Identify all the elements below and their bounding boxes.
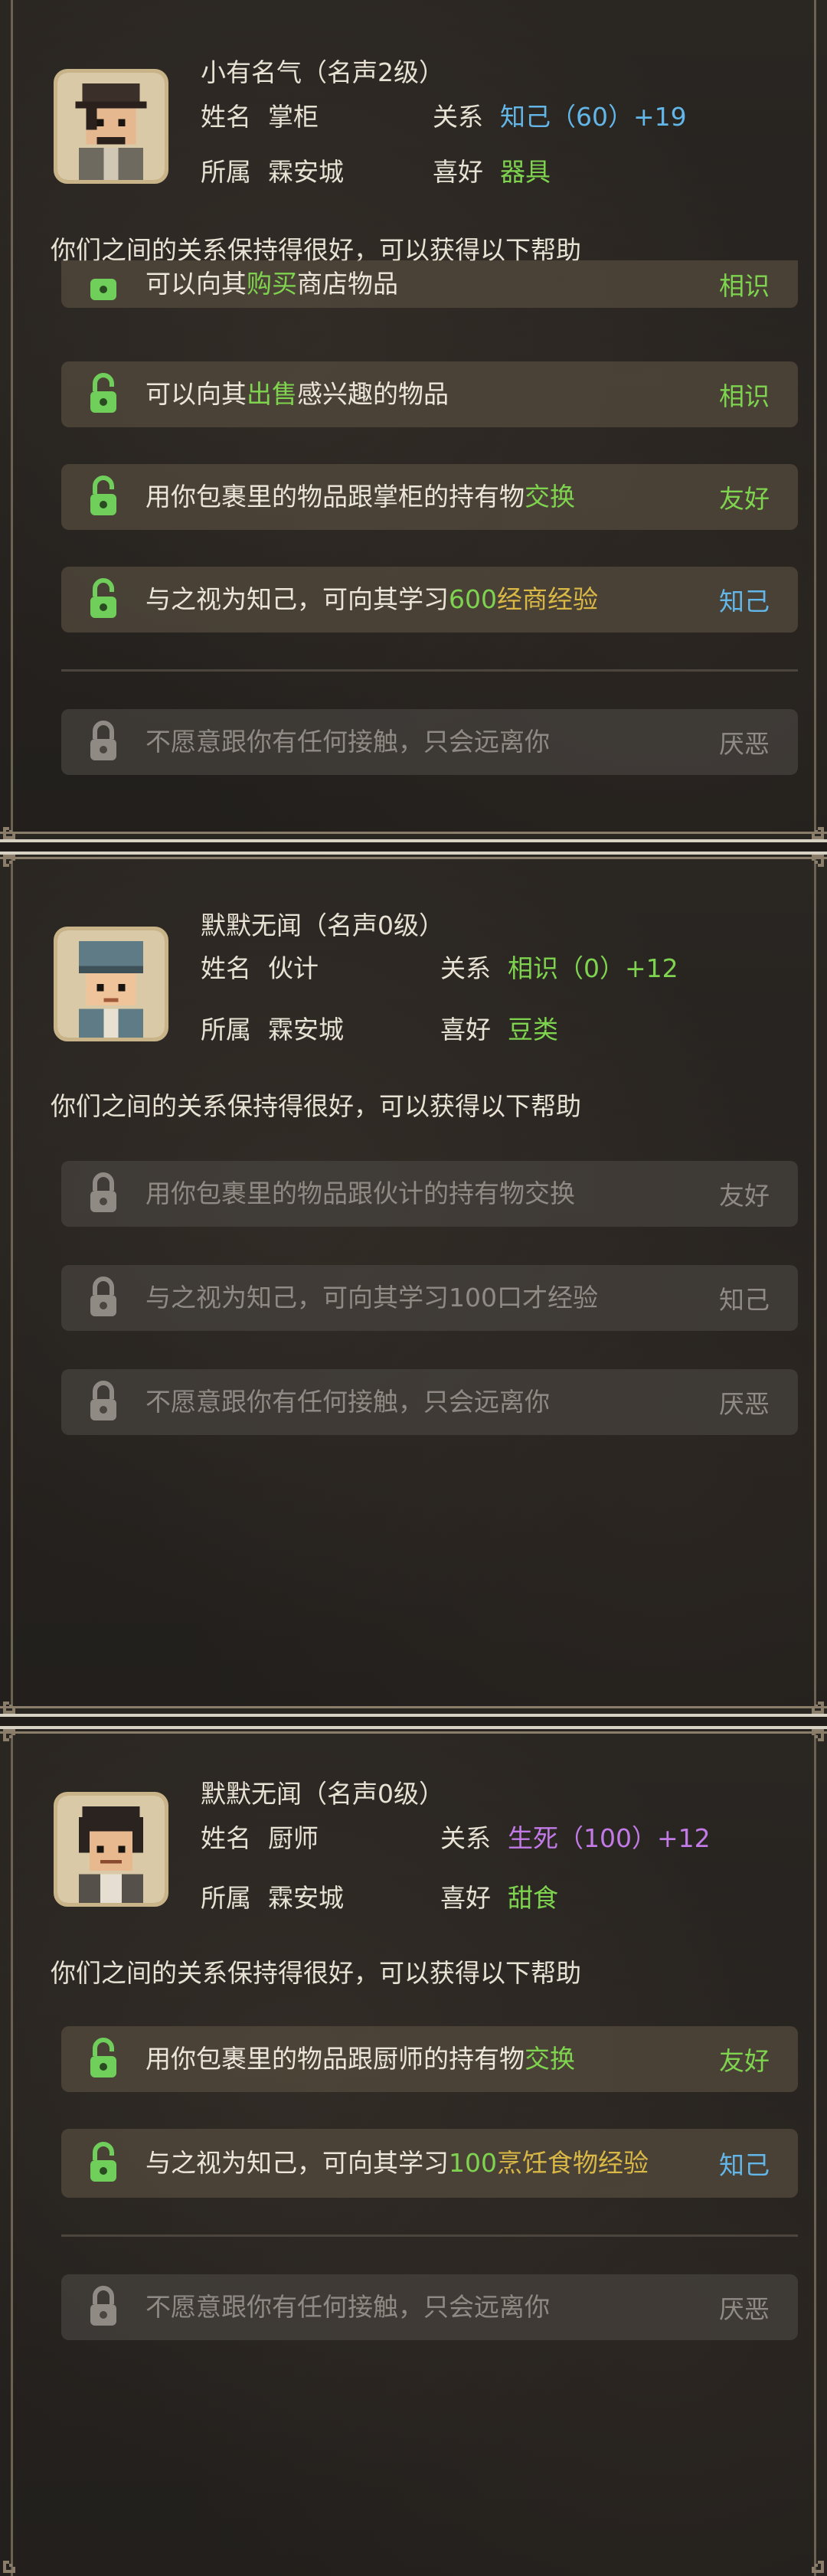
lock-icon	[84, 1379, 123, 1425]
relationship-description: 你们之间的关系保持得很好，可以获得以下帮助	[51, 1091, 581, 1121]
corner-ornament-icon	[796, 2545, 827, 2576]
affiliation-label: 所属	[201, 157, 251, 187]
panel-divider	[0, 1706, 827, 1717]
lock-icon	[84, 719, 123, 765]
hobby-field: 喜好 甜食	[440, 1878, 558, 1914]
name-label: 姓名	[201, 953, 251, 983]
panel-divider	[0, 852, 827, 859]
relation-field: 关系 生死（100）+12	[440, 1818, 711, 1855]
benefit-tag: 知己	[719, 587, 770, 616]
benefit-text: 不愿意跟你有任何接触，只会远离你	[145, 2292, 550, 2322]
affiliation-value: 霖安城	[268, 157, 344, 187]
benefit-item-hate[interactable]: 不愿意跟你有任何接触，只会远离你 厌恶	[61, 2274, 798, 2340]
lock-icon	[84, 2284, 123, 2330]
benefit-item-exchange[interactable]: 用你包裹里的物品跟厨师的持有物交换 友好	[61, 2026, 798, 2092]
affiliation-label: 所属	[201, 1015, 251, 1044]
relation-field: 关系 知己（60）+19	[433, 96, 687, 133]
npc-name: 伙计	[268, 953, 319, 983]
npc-card-chef: 默默无闻（名声0级） 姓名 厨师 关系 生死（100）+12 所属 霖安城 喜好 甜食 …	[0, 1726, 827, 2576]
affiliation-label: 所属	[201, 1883, 251, 1913]
panel-divider	[0, 832, 827, 842]
hobby-value: 甜食	[508, 1883, 558, 1913]
lock-icon	[84, 1171, 123, 1217]
benefit-tag: 相识	[719, 381, 770, 411]
relation-label: 关系	[440, 1823, 491, 1853]
benefit-tag: 知己	[719, 2150, 770, 2180]
benefit-tag: 友好	[719, 2046, 770, 2076]
hobby-label: 喜好	[433, 157, 483, 187]
unlock-icon	[84, 474, 123, 520]
reputation-title: 默默无闻（名声0级）	[201, 910, 444, 940]
name-label: 姓名	[201, 1823, 251, 1853]
hobby-field: 喜好 器具	[433, 152, 551, 188]
name-label: 姓名	[201, 102, 251, 132]
section-separator	[61, 669, 798, 672]
unlock-icon	[84, 371, 123, 417]
benefit-item-learn[interactable]: 与之视为知己，可向其学习100烹饪食物经验 知己	[61, 2129, 798, 2198]
lock-icon	[84, 1275, 123, 1321]
reputation-title: 默默无闻（名声0级）	[201, 1779, 444, 1809]
benefit-item-learn[interactable]: 与之视为知己，可向其学习100口才经验 知己	[61, 1265, 798, 1331]
unlock-icon	[84, 577, 123, 623]
npc-avatar[interactable]	[54, 927, 168, 1041]
benefit-text: 可以向其购买商店物品	[145, 269, 398, 299]
hobby-field: 喜好 豆类	[440, 1009, 558, 1046]
unlock-icon	[84, 2036, 123, 2082]
benefit-text: 不愿意跟你有任何接触，只会远离你	[145, 1387, 550, 1417]
relation-label: 关系	[440, 953, 491, 983]
benefit-text: 与之视为知己，可向其学习600经商经验	[145, 584, 598, 614]
affiliation-field: 所属 霖安城	[201, 1009, 344, 1046]
relation-label: 关系	[433, 102, 483, 132]
affiliation-field: 所属 霖安城	[201, 152, 344, 188]
benefit-text: 与之视为知己，可向其学习100烹饪食物经验	[145, 2148, 649, 2178]
hobby-value: 豆类	[508, 1015, 558, 1044]
benefit-item-exchange[interactable]: 用你包裹里的物品跟伙计的持有物交换 友好	[61, 1161, 798, 1227]
reputation-title: 小有名气（名声2级）	[201, 57, 444, 87]
relation-value: 相识（0）+12	[508, 953, 678, 983]
benefit-text: 用你包裹里的物品跟掌柜的持有物交换	[145, 482, 575, 512]
section-separator	[61, 2234, 798, 2237]
benefit-item-learn[interactable]: 与之视为知己，可向其学习600经商经验 知己	[61, 567, 798, 633]
relation-value: 生死（100）+12	[508, 1823, 711, 1853]
benefit-tag: 知己	[719, 1285, 770, 1315]
benefit-item-exchange[interactable]: 用你包裹里的物品跟掌柜的持有物交换 友好	[61, 464, 798, 530]
benefit-text: 用你包裹里的物品跟厨师的持有物交换	[145, 2044, 575, 2074]
affiliation-value: 霖安城	[268, 1883, 344, 1913]
benefit-item-hate[interactable]: 不愿意跟你有任何接触，只会远离你 厌恶	[61, 1369, 798, 1435]
benefit-item-sell[interactable]: 可以向其出售感兴趣的物品 相识	[61, 361, 798, 427]
benefit-tag: 友好	[719, 484, 770, 514]
npc-name: 掌柜	[268, 102, 319, 132]
benefit-text: 不愿意跟你有任何接触，只会远离你	[145, 727, 550, 757]
benefit-tag: 相识	[719, 271, 770, 301]
benefit-tag: 厌恶	[719, 729, 770, 759]
npc-card-shopkeeper: 小有名气（名声2级） 姓名 掌柜 关系 知己（60）+19 所属 霖安城 喜好 器具 你…	[0, 0, 827, 842]
benefit-item-buy[interactable]: 可以向其购买商店物品 相识	[61, 260, 798, 308]
npc-card-clerk: 默默无闻（名声0级） 姓名 伙计 关系 相识（0）+12 所属 霖安城 喜好 豆类 你们…	[0, 852, 827, 1717]
hobby-value: 器具	[500, 157, 551, 187]
hobby-label: 喜好	[440, 1883, 491, 1913]
unlock-icon	[84, 2140, 123, 2186]
benefit-item-hate[interactable]: 不愿意跟你有任何接触，只会远离你 厌恶	[61, 709, 798, 775]
affiliation-value: 霖安城	[268, 1015, 344, 1044]
benefit-tag: 友好	[719, 1181, 770, 1211]
benefit-text: 与之视为知己，可向其学习100口才经验	[145, 1283, 598, 1313]
benefit-tag: 厌恶	[719, 2294, 770, 2324]
panel-divider	[0, 1726, 827, 1734]
name-field: 姓名 伙计	[201, 948, 319, 985]
benefit-text: 可以向其出售感兴趣的物品	[145, 379, 449, 409]
npc-avatar[interactable]	[54, 1792, 168, 1907]
corner-ornament-icon	[0, 2545, 31, 2576]
hobby-label: 喜好	[440, 1015, 491, 1044]
benefit-text: 用你包裹里的物品跟伙计的持有物交换	[145, 1178, 575, 1208]
relation-field: 关系 相识（0）+12	[440, 948, 678, 985]
benefit-tag: 厌恶	[719, 1389, 770, 1419]
name-field: 姓名 掌柜	[201, 96, 319, 133]
affiliation-field: 所属 霖安城	[201, 1878, 344, 1914]
name-field: 姓名 厨师	[201, 1818, 319, 1855]
npc-name: 厨师	[268, 1823, 319, 1853]
relation-value: 知己（60）+19	[500, 102, 687, 132]
npc-avatar[interactable]	[54, 69, 168, 184]
unlock-icon	[84, 259, 123, 300]
relationship-description: 你们之间的关系保持得很好，可以获得以下帮助	[51, 1958, 581, 1988]
